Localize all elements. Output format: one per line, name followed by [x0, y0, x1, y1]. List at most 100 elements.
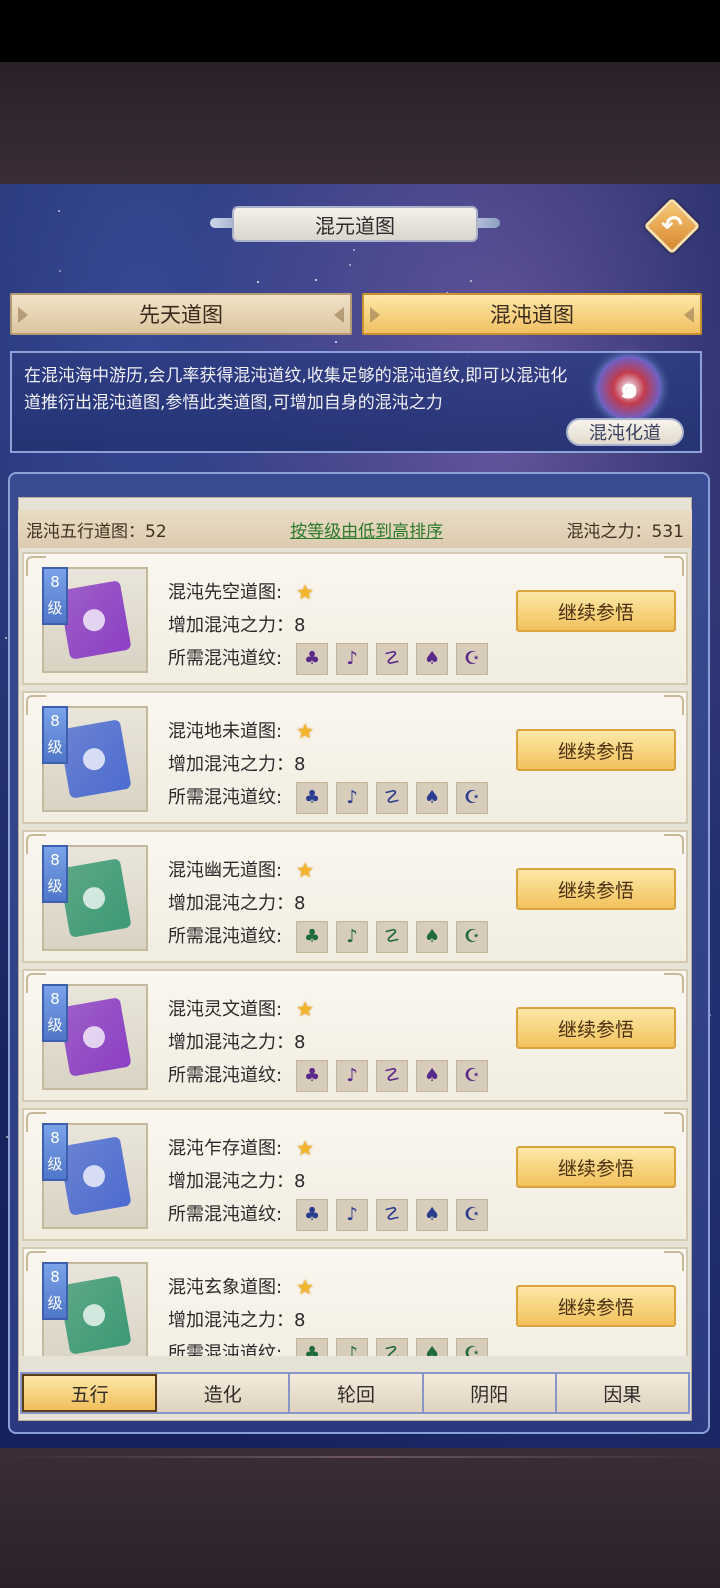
star-icon: ★	[296, 719, 315, 743]
background-star	[58, 210, 60, 212]
rune-icon[interactable]: ♠	[416, 1198, 449, 1231]
rune-icon[interactable]: ☡	[376, 920, 409, 953]
bottom-letterbox	[0, 1448, 720, 1588]
background-star	[353, 249, 355, 251]
tab-ornament-left	[18, 307, 28, 323]
tab-hundun-label: 混沌道图	[490, 303, 574, 327]
continue-study-button[interactable]: 继续参悟	[516, 729, 676, 771]
tab-wuxing[interactable]: 五行	[22, 1374, 158, 1412]
continue-study-button[interactable]: 继续参悟	[516, 1007, 676, 1049]
rune-list: ♣ ♪ ☡ ♠ ☪	[296, 1337, 489, 1356]
rune-icon[interactable]: ☡	[376, 1198, 409, 1231]
star-icon: ★	[296, 1275, 315, 1299]
dao-map-name: 混沌灵文道图:	[168, 999, 283, 1020]
star-icon: ★	[296, 858, 315, 882]
tab-lunhui[interactable]: 轮回	[290, 1374, 424, 1412]
required-runes-label: 所需混沌道纹:	[168, 926, 283, 947]
continue-study-button[interactable]: 继续参悟	[516, 590, 676, 632]
tab-ornament-right	[334, 307, 344, 323]
sort-link[interactable]: 按等级由低到高排序	[290, 517, 443, 542]
rune-icon[interactable]: ♣	[296, 642, 329, 675]
rune-icon[interactable]: ☡	[376, 642, 409, 675]
title-banner: 混元道图	[210, 204, 500, 244]
background-star	[335, 341, 337, 343]
dao-map-info: 混沌玄象道图: ★ 增加混沌之力：8 所需混沌道纹: ♣ ♪ ☡ ♠ ☪	[168, 1271, 489, 1356]
dao-map-name: 混沌幽无道图:	[168, 860, 283, 881]
rune-icon[interactable]: ♣	[296, 1198, 329, 1231]
dao-map-card: 8 级 混沌先空道图: ★ 增加混沌之力：8 所需混沌道纹: ♣ ♪ ☡ ♠ ☪ 继续参悟	[22, 552, 688, 685]
rune-icon[interactable]: ♠	[416, 920, 449, 953]
rune-icon[interactable]: ☪	[456, 1198, 489, 1231]
page-title: 混元道图	[232, 206, 478, 242]
rune-icon[interactable]: ☪	[456, 1059, 489, 1092]
rune-icon[interactable]: ♠	[416, 642, 449, 675]
top-letterbox	[0, 62, 720, 184]
chaos-power-total: 混沌之力：531	[566, 521, 684, 542]
rune-icon[interactable]: ☪	[456, 920, 489, 953]
level-badge: 8级	[42, 567, 68, 625]
dao-map-name: 混沌地未道图:	[168, 721, 283, 742]
rune-icon[interactable]: ♠	[416, 1337, 449, 1356]
dao-scroll-icon	[58, 719, 132, 799]
taiji-icon	[81, 1163, 107, 1189]
rune-icon[interactable]: ☪	[456, 642, 489, 675]
rune-icon[interactable]: ♣	[296, 920, 329, 953]
background-star	[59, 270, 61, 272]
rune-icon[interactable]: ♣	[296, 1337, 329, 1356]
rune-icon[interactable]: ☡	[376, 781, 409, 814]
background-star	[257, 281, 259, 283]
dao-map-card: 8 级 混沌幽无道图: ★ 增加混沌之力：8 所需混沌道纹: ♣ ♪ ☡ ♠ ☪ 继续参悟	[22, 830, 688, 963]
dao-map-info: 混沌地未道图: ★ 增加混沌之力：8 所需混沌道纹: ♣ ♪ ☡ ♠ ☪	[168, 715, 489, 814]
rune-icon[interactable]: ♪	[336, 781, 369, 814]
rune-icon[interactable]: ♣	[296, 1059, 329, 1092]
taiji-icon	[81, 607, 107, 633]
tab-xiantian[interactable]: 先天道图	[10, 293, 352, 335]
continue-study-button[interactable]: 继续参悟	[516, 1285, 676, 1327]
tab-hundun[interactable]: 混沌道图	[362, 293, 702, 335]
continue-study-button[interactable]: 继续参悟	[516, 868, 676, 910]
rune-list: ♣ ♪ ☡ ♠ ☪	[296, 920, 489, 953]
rune-icon[interactable]: ☡	[376, 1337, 409, 1356]
tab-yinguo[interactable]: 因果	[556, 1374, 689, 1412]
dao-map-list[interactable]: 8 级混沌先空道图: ★ 增加混沌之力：8 所需混沌道纹: ♣ ♪ ☡ ♠ ☪ 继续参悟 8 级混沌地未…	[22, 552, 688, 1356]
hundun-huadao-button[interactable]: ๑ 混沌化道	[566, 354, 692, 450]
background-star	[5, 637, 7, 639]
rune-icon[interactable]: ♪	[336, 642, 369, 675]
back-button[interactable]: ↶	[643, 197, 701, 255]
rune-icon[interactable]: ♪	[336, 920, 369, 953]
rune-icon[interactable]: ♪	[336, 1059, 369, 1092]
rune-list: ♣ ♪ ☡ ♠ ☪	[296, 1059, 489, 1092]
taiji-icon	[81, 746, 107, 772]
dao-map-card: 8 级 混沌玄象道图: ★ 增加混沌之力：8 所需混沌道纹: ♣ ♪ ☡ ♠ ☪ 继续参悟	[22, 1247, 688, 1356]
rune-icon[interactable]: ♣	[296, 781, 329, 814]
bottom-category-tabs: 五行 造化 轮回 阴阳 因果	[20, 1372, 690, 1414]
power-bonus: 增加混沌之力：8	[168, 615, 306, 636]
dao-map-info: 混沌幽无道图: ★ 增加混沌之力：8 所需混沌道纹: ♣ ♪ ☡ ♠ ☪	[168, 854, 489, 953]
rune-icon[interactable]: ☡	[376, 1059, 409, 1092]
continue-study-button[interactable]: 继续参悟	[516, 1146, 676, 1188]
power-bonus: 增加混沌之力：8	[168, 1171, 306, 1192]
description-text: 在混沌海中游历,会几率获得混沌道纹,收集足够的混沌道纹,即可以混沌化道推衍出混沌…	[24, 366, 568, 413]
rune-list: ♣ ♪ ☡ ♠ ☪	[296, 1198, 489, 1231]
rune-icon[interactable]: ♠	[416, 1059, 449, 1092]
tab-xiantian-label: 先天道图	[139, 303, 223, 327]
power-bonus: 增加混沌之力：8	[168, 893, 306, 914]
status-bar-area	[0, 0, 720, 62]
rune-icon[interactable]: ♪	[336, 1198, 369, 1231]
dao-map-card: 8 级 混沌乍存道图: ★ 增加混沌之力：8 所需混沌道纹: ♣ ♪ ☡ ♠ ☪ 继续参悟	[22, 1108, 688, 1241]
tab-yinyang[interactable]: 阴阳	[423, 1374, 557, 1412]
taiji-icon	[81, 885, 107, 911]
dao-map-name: 混沌先空道图:	[168, 582, 283, 603]
dao-map-name: 混沌乍存道图:	[168, 1138, 283, 1159]
star-icon: ★	[296, 997, 315, 1021]
dao-scroll-icon	[58, 997, 132, 1077]
level-badge: 8级	[42, 1123, 68, 1181]
rune-icon[interactable]: ☪	[456, 1337, 489, 1356]
rune-icon[interactable]: ☪	[456, 781, 489, 814]
taiji-icon	[81, 1302, 107, 1328]
rune-icon[interactable]: ♪	[336, 1337, 369, 1356]
rune-icon[interactable]: ♠	[416, 781, 449, 814]
tab-zaohua[interactable]: 造化	[157, 1374, 291, 1412]
power-bonus: 增加混沌之力：8	[168, 1032, 306, 1053]
dao-map-info: 混沌先空道图: ★ 增加混沌之力：8 所需混沌道纹: ♣ ♪ ☡ ♠ ☪	[168, 576, 489, 675]
